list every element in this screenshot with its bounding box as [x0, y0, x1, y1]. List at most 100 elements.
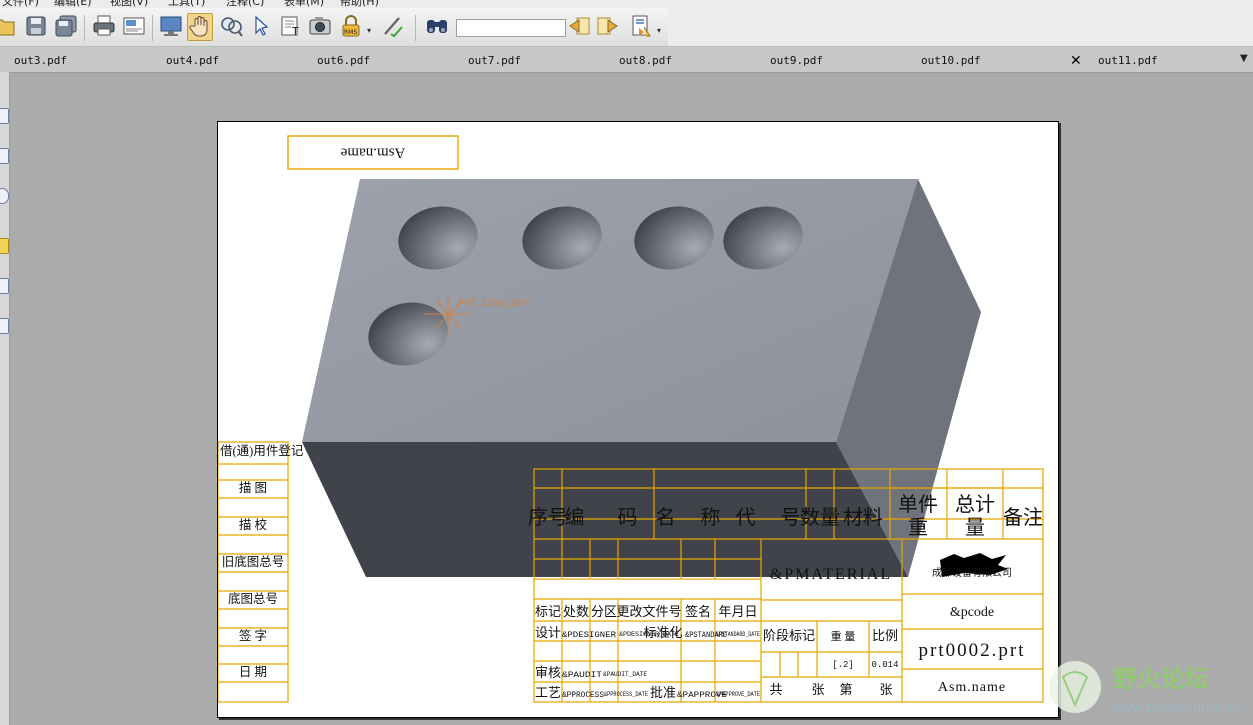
tab-label: out11.pdf [1098, 54, 1158, 67]
left-label-sign: 签 字 [239, 628, 267, 643]
svg-text:RMS: RMS [344, 29, 357, 36]
sheets-unit-label: 张 [811, 682, 824, 697]
watermark-url: www.proewildfire.cn [1111, 701, 1242, 716]
watermark-title: 野火论坛 [1113, 665, 1209, 693]
checker-date: &PAUDIT_DATE [603, 671, 647, 678]
layers-panel-icon[interactable] [0, 188, 9, 204]
left-label-trace: 描 图 [239, 481, 267, 495]
sign-icon[interactable] [381, 14, 405, 40]
signatures-panel-icon[interactable] [0, 318, 9, 334]
highlight-icon[interactable] [630, 14, 654, 40]
bom-name-header: 名 称 [656, 506, 731, 529]
sheet-unit-label: 张 [879, 682, 892, 697]
rev-count-label: 处数 [563, 604, 589, 619]
toolbar: T RMS ▾ ▾ [0, 8, 1253, 47]
left-label-base: 底图总号 [228, 591, 278, 606]
rev-mark-label: 标记 [535, 604, 561, 619]
approve-label: 批准 [650, 685, 676, 700]
attachments-panel-icon[interactable] [0, 278, 9, 294]
left-label-trace-check: 描 校 [239, 517, 268, 532]
hand-tool-icon[interactable] [187, 13, 213, 41]
fullscreen-icon[interactable] [159, 14, 183, 40]
rev-sign-label: 签名 [685, 604, 711, 619]
navigation-panel-strip [0, 72, 10, 725]
sheets-total-label: 共 [769, 682, 782, 697]
designer-label: 设计 [535, 625, 561, 640]
menu-comment[interactable]: 注释(C) [226, 0, 264, 8]
tab-label: out7.pdf [468, 54, 521, 67]
rev-doc-label: 更改文件号 [616, 604, 681, 619]
scale-value: 0.014 [871, 660, 898, 670]
tab-label: out3.pdf [14, 54, 67, 67]
menu-file[interactable]: 文件(F) [2, 0, 39, 8]
tab-label: out6.pdf [317, 54, 370, 67]
weight-label: 重 量 [831, 629, 856, 643]
tab-overflow-icon[interactable]: ▼ [1240, 53, 1248, 64]
search-prev-icon[interactable] [567, 14, 591, 40]
csys-label: PRT_CSYS_DEF [458, 299, 530, 310]
snapshot-icon[interactable] [308, 14, 332, 40]
asm-name: Asm.name [938, 680, 1006, 695]
company-name: 成都设备有限公司 [932, 566, 1012, 579]
select-tool-icon[interactable] [250, 14, 274, 40]
tab-label: out4.pdf [166, 54, 219, 67]
save-icon[interactable] [24, 14, 48, 40]
bookmarks-panel-icon[interactable] [0, 148, 9, 164]
zoom-tool-icon[interactable] [219, 14, 243, 40]
process-date: &PPROCESS_DATE [604, 691, 648, 698]
rev-zone-label: 分区 [591, 604, 617, 619]
standard-date: &PSTANDARD_DATE [716, 631, 760, 638]
left-label-date: 日 期 [239, 665, 267, 679]
forum-watermark: 野火论坛 www.proewildfire.cn [1045, 657, 1253, 719]
document-tab-bar: out3.pdf out4.pdf out6.pdf out7.pdf out8… [0, 47, 1253, 73]
bom-material-header: 材料 [843, 506, 883, 529]
svg-text:T: T [291, 25, 299, 38]
text-select-icon[interactable]: T [279, 14, 303, 40]
designer-value: &PDESIGNER [562, 630, 616, 640]
cad-drawing: Asm.name PRT_CSYS_DEF 借(通)用件登记 描 图 描 校 旧… [218, 135, 1044, 703]
bom-weight-header: 重 [908, 516, 928, 539]
checker-value: &PAUDIT [562, 670, 602, 680]
sheet-no-label: 第 [839, 682, 852, 697]
bom-qty-header: 数量 [800, 506, 840, 529]
part-name: prt0002.prt [919, 640, 1026, 661]
search-next-icon[interactable] [596, 14, 620, 40]
pcode-field: &pcode [950, 605, 994, 620]
open-icon[interactable] [0, 14, 16, 40]
highlight-dropdown-icon[interactable]: ▾ [657, 26, 661, 35]
page-setup-icon[interactable] [122, 14, 146, 40]
close-tab-icon[interactable]: ✕ [1070, 53, 1082, 69]
bom-total-qty-header: 量 [965, 517, 985, 539]
top-asm-name: Asm.name [340, 145, 405, 161]
bom-remark-header: 备注 [1003, 506, 1043, 529]
bom-total-header: 总计 [955, 493, 995, 516]
rms-lock-icon[interactable]: RMS [339, 14, 363, 40]
save-all-icon[interactable] [54, 14, 78, 40]
find-icon[interactable] [425, 14, 449, 40]
menu-help[interactable]: 帮助(H) [340, 0, 379, 8]
menu-form[interactable]: 表单(M) [284, 0, 324, 8]
menu-tools[interactable]: 工具(T) [168, 0, 205, 8]
search-input[interactable] [456, 19, 566, 37]
menu-edit[interactable]: 编辑(E) [54, 0, 92, 8]
standard-label: 标准化 [643, 625, 682, 640]
approve-date: &PAPPROVE_DATE [716, 691, 760, 698]
material-field: &PMATERIAL [770, 566, 892, 583]
left-label-old-base: 旧底图总号 [222, 554, 285, 569]
rev-date-label: 年月日 [718, 604, 757, 619]
menu-bar: 文件(F) 编辑(E) 视图(V) 工具(T) 注释(C) 表单(M) 帮助(H… [0, 0, 1253, 8]
tab-label: out8.pdf [619, 54, 672, 67]
pages-panel-icon[interactable] [0, 108, 9, 124]
print-icon[interactable] [92, 14, 116, 40]
weight-value: [.2] [832, 660, 854, 670]
comments-panel-icon[interactable] [0, 238, 9, 254]
pdf-page: Asm.name PRT_CSYS_DEF 借(通)用件登记 描 图 描 校 旧… [217, 121, 1059, 718]
rms-dropdown-icon[interactable]: ▾ [367, 26, 371, 35]
scale-label: 比例 [872, 628, 898, 643]
checker-label: 审核 [535, 665, 561, 680]
bom-code-header: 编 码 [565, 506, 652, 529]
tab-label: out9.pdf [770, 54, 823, 67]
stage-mark-label: 阶段标记 [763, 628, 815, 643]
bom-seq-header: 序号 [528, 506, 568, 529]
menu-view[interactable]: 视图(V) [110, 0, 148, 8]
